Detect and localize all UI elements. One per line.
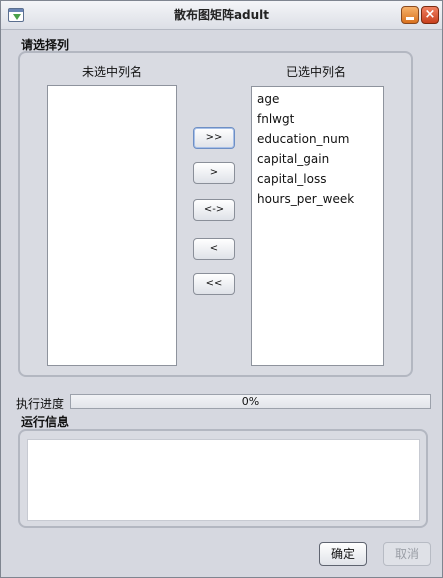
- progress-label: 执行进度: [16, 397, 65, 411]
- dialog-window: 散布图矩阵adult × 请选择列 未选中列名 已选中列名 age fnlwgt e…: [0, 0, 443, 578]
- unselected-header: 未选中列名: [81, 65, 142, 79]
- list-item[interactable]: capital_gain: [252, 149, 383, 169]
- progress-bar: 0%: [70, 394, 431, 409]
- run-info-label: 运行信息: [21, 415, 70, 429]
- close-button[interactable]: ×: [421, 6, 439, 24]
- list-item[interactable]: fnlwgt: [252, 109, 383, 129]
- move-right-button[interactable]: >: [193, 162, 235, 184]
- move-left-button[interactable]: <: [193, 238, 235, 260]
- unselected-columns-list[interactable]: [47, 85, 177, 366]
- move-all-left-button[interactable]: <<: [193, 273, 235, 295]
- close-icon: ×: [424, 7, 436, 22]
- list-item[interactable]: age: [252, 89, 383, 109]
- cancel-button: 取消: [383, 542, 431, 566]
- minimize-icon: [406, 17, 414, 20]
- title-bar[interactable]: 散布图矩阵adult ×: [1, 1, 442, 30]
- window-title: 散布图矩阵adult: [173, 8, 270, 22]
- run-info-textarea[interactable]: [27, 439, 420, 521]
- list-item[interactable]: hours_per_week: [252, 189, 383, 209]
- list-item[interactable]: capital_loss: [252, 169, 383, 189]
- selected-header: 已选中列名: [285, 65, 346, 79]
- minimize-button[interactable]: [401, 6, 419, 24]
- move-all-right-button[interactable]: >>: [193, 127, 235, 149]
- ok-button[interactable]: 确定: [319, 542, 367, 566]
- progress-text: 0%: [241, 395, 260, 408]
- selected-columns-list[interactable]: age fnlwgt education_num capital_gain capita…: [251, 86, 384, 366]
- swap-button[interactable]: <->: [193, 199, 235, 221]
- list-item[interactable]: education_num: [252, 129, 383, 149]
